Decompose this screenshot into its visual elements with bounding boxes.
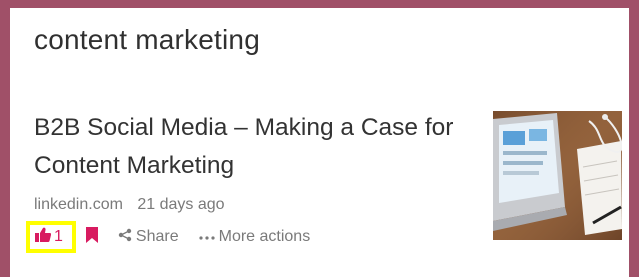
more-actions-label: More actions: [218, 228, 311, 245]
result-actions: 1 Share More actions: [34, 226, 310, 248]
bookmark-icon: [85, 226, 98, 248]
search-query: content marketing: [34, 24, 260, 55]
result-age: 21 days ago: [137, 196, 225, 213]
result-title-link[interactable]: B2B Social Media – Making a Case for Con…: [34, 109, 484, 185]
laptop-desk-photo: [493, 111, 622, 240]
bookmark-button[interactable]: [85, 226, 98, 248]
result-card: content marketing B2B Social Media – Mak…: [10, 8, 629, 277]
ellipsis-icon: [199, 228, 215, 246]
result-meta: linkedin.com 21 days ago: [34, 196, 225, 214]
thumbs-up-icon: [35, 227, 51, 247]
more-actions-button[interactable]: More actions: [199, 228, 311, 246]
result-thumbnail[interactable]: [493, 111, 622, 240]
share-button[interactable]: Share: [118, 228, 179, 247]
share-icon: [118, 228, 132, 247]
like-count: 1: [54, 228, 63, 245]
result-source: linkedin.com: [34, 196, 123, 213]
share-label: Share: [135, 228, 179, 245]
like-button[interactable]: 1: [34, 227, 64, 247]
